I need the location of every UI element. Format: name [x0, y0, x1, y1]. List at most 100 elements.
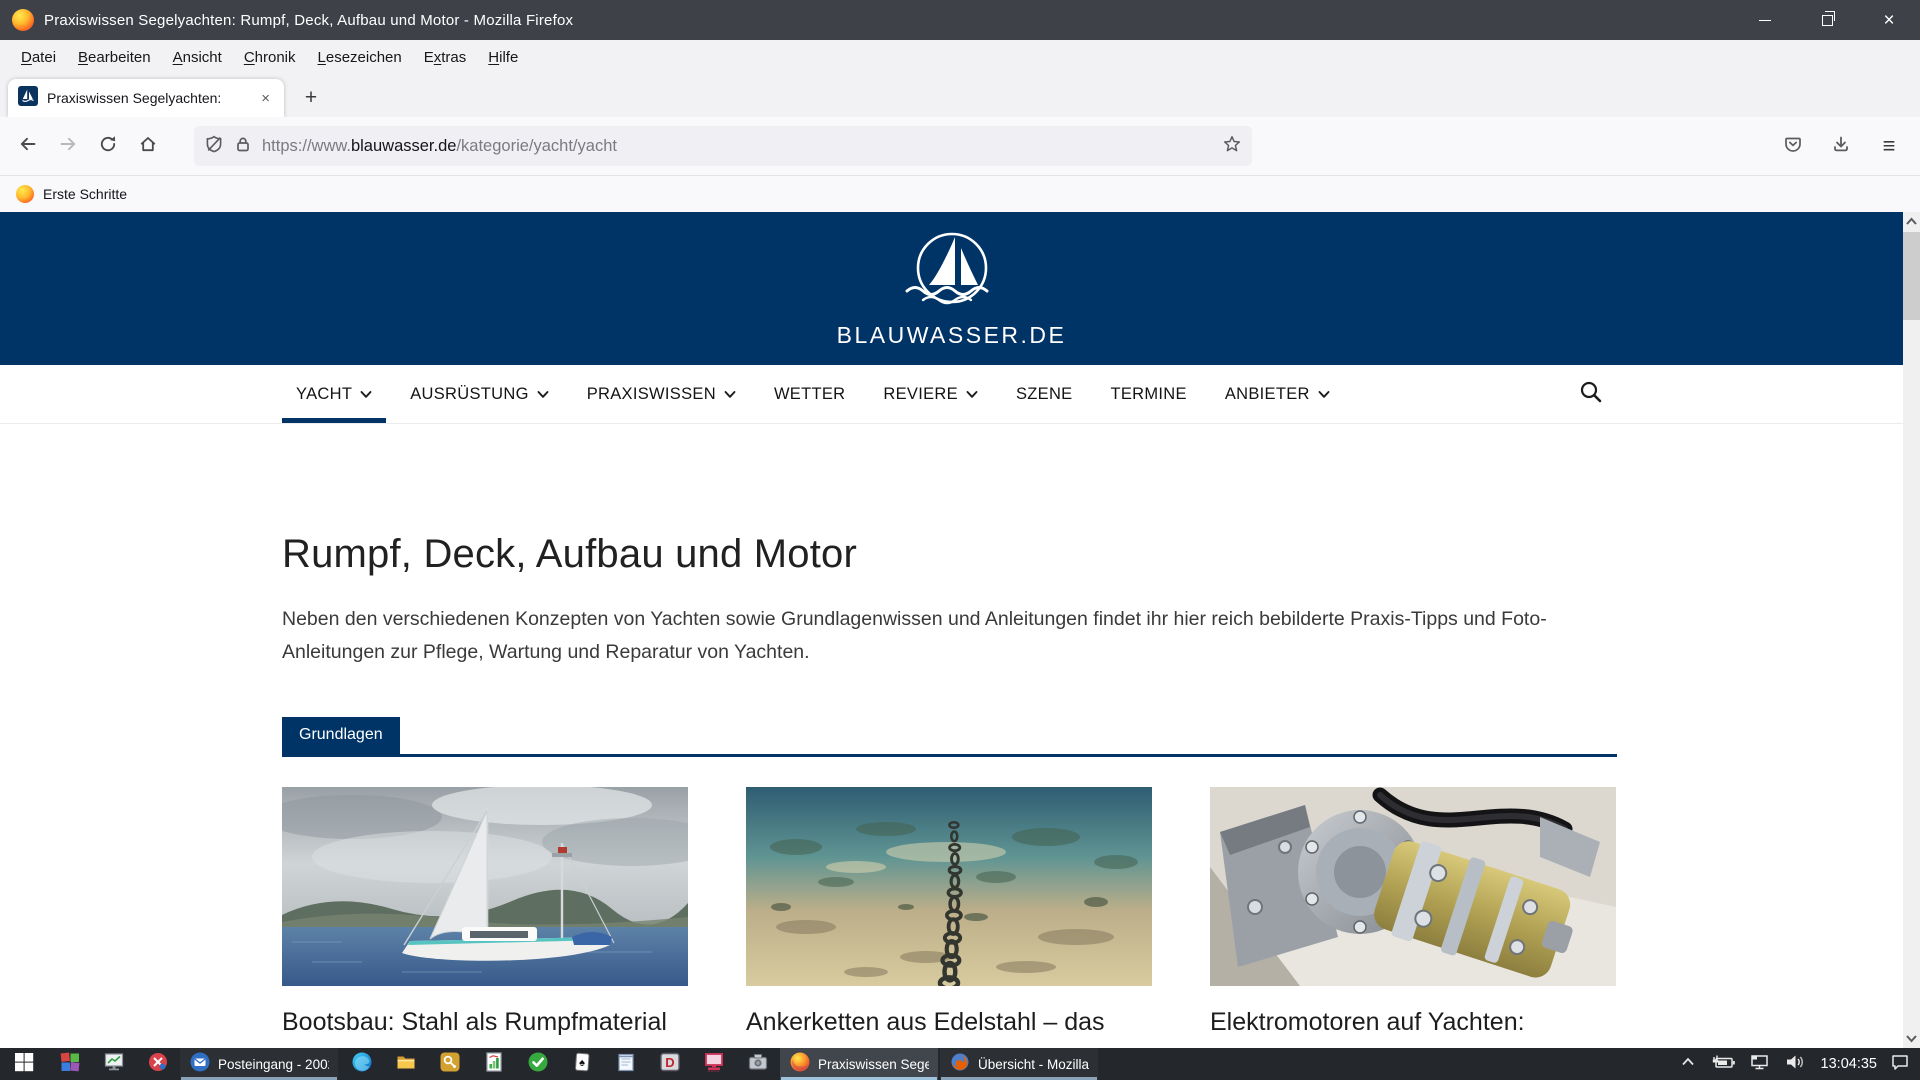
- hidden-icons-chevron-icon[interactable]: [1679, 1053, 1697, 1076]
- article-image-sailing-yacht-at-sea[interactable]: [282, 787, 688, 986]
- chevron-down-icon: [966, 385, 978, 404]
- section-header: Grundlagen: [282, 717, 1617, 757]
- site-search-button[interactable]: [1578, 365, 1604, 423]
- network-icon[interactable]: [1749, 1053, 1771, 1076]
- action-center-icon[interactable]: [1890, 1053, 1910, 1076]
- bookmarks-bar: Erste Schritte: [0, 176, 1920, 212]
- nav-item-reviere[interactable]: REVIERE: [869, 365, 992, 423]
- tracking-protection-shield-icon[interactable]: [204, 134, 224, 159]
- site-header: BLAUWASSER.DE: [0, 212, 1903, 365]
- clock[interactable]: 13:04:35: [1821, 1056, 1877, 1072]
- taskbar-icon-colorful-grid-app[interactable]: [48, 1048, 92, 1080]
- taskbar-icon-presentation-app[interactable]: [92, 1048, 136, 1080]
- chevron-down-icon: [724, 385, 736, 404]
- address-bar[interactable]: https://www.blauwasser.de/kategorie/yach…: [194, 126, 1252, 166]
- restore-button[interactable]: [1796, 0, 1858, 40]
- taskbar-icon-edge[interactable]: [340, 1048, 384, 1080]
- bookmark-star-button[interactable]: [1222, 134, 1242, 159]
- taskbar-icon-camera[interactable]: [736, 1048, 780, 1080]
- menu-datei[interactable]: Datei: [10, 45, 67, 70]
- bookmark-item[interactable]: Erste Schritte: [43, 186, 127, 202]
- page-scrollbar[interactable]: [1903, 212, 1920, 1048]
- thunderbird-icon: [189, 1051, 211, 1078]
- taskbar-icon-dosbox[interactable]: D: [648, 1048, 692, 1080]
- taskbar-icon-cards[interactable]: ♠: [560, 1048, 604, 1080]
- svg-text:♠: ♠: [579, 1057, 585, 1069]
- nav-item-label: SZENE: [1016, 385, 1073, 404]
- taskbar-icon-antivirus[interactable]: [516, 1048, 560, 1080]
- camera-icon: [747, 1051, 769, 1078]
- search-icon: [1578, 379, 1604, 410]
- main-content: Rumpf, Deck, Aufbau und Motor Neben den …: [0, 532, 1903, 1076]
- taskbar-icon-explorer[interactable]: [384, 1048, 428, 1080]
- pocket-icon: [1783, 134, 1803, 159]
- site-logo-text[interactable]: BLAUWASSER.DE: [837, 322, 1067, 349]
- system-tray: 13:04:35: [1679, 1048, 1920, 1080]
- article-card[interactable]: Bootsbau: Stahl als Rumpfmaterialfür Seg…: [282, 787, 688, 1076]
- taskbar-task-firefox[interactable]: Praxiswissen Segelyac...: [780, 1048, 938, 1080]
- hamburger-menu-icon: ≡: [1883, 133, 1896, 159]
- back-button[interactable]: [8, 126, 48, 166]
- home-button[interactable]: [128, 126, 168, 166]
- start-button[interactable]: [0, 1048, 48, 1080]
- article-image-electric-motor-coupling[interactable]: [1210, 787, 1616, 986]
- tab-close-icon[interactable]: ×: [257, 89, 274, 108]
- pocket-button[interactable]: [1776, 126, 1810, 166]
- edge-icon: [351, 1051, 373, 1078]
- nav-item-label: YACHT: [296, 385, 352, 404]
- article-card[interactable]: Elektromotoren auf Yachten:Antriebsleist…: [1210, 787, 1616, 1076]
- nav-item-ausrüstung[interactable]: AUSRÜSTUNG: [396, 365, 563, 423]
- restore-icon: [1822, 15, 1833, 26]
- nav-item-termine[interactable]: TERMINE: [1096, 365, 1200, 423]
- new-tab-button[interactable]: +: [294, 81, 328, 115]
- nav-item-label: WETTER: [774, 385, 845, 404]
- article-image-anchor-chain-underwater[interactable]: [746, 787, 1152, 986]
- menu-hilfe[interactable]: Hilfe: [477, 45, 529, 70]
- taskbar-task-firefox-old[interactable]: Übersicht - Mozilla Fir...: [940, 1048, 1098, 1080]
- downloads-button[interactable]: [1824, 126, 1858, 166]
- menu-extras[interactable]: Extras: [413, 45, 478, 70]
- scroll-up-arrow-icon[interactable]: [1903, 213, 1920, 230]
- taskbar-icon-red-monitor[interactable]: [692, 1048, 736, 1080]
- close-button[interactable]: ×: [1858, 0, 1920, 40]
- nav-item-praxiswissen[interactable]: PRAXISWISSEN: [573, 365, 750, 423]
- page-title: Rumpf, Deck, Aufbau und Motor: [282, 532, 1903, 577]
- menu-chronik[interactable]: Chronik: [233, 45, 307, 70]
- app-menu-button[interactable]: ≡: [1872, 126, 1906, 166]
- article-card[interactable]: Ankerketten aus Edelstahl – dassollte ma…: [746, 787, 1152, 1076]
- lock-icon[interactable]: [233, 134, 253, 159]
- forward-button[interactable]: [48, 126, 88, 166]
- volume-icon[interactable]: [1784, 1053, 1808, 1076]
- cards-icon: ♠: [571, 1051, 593, 1078]
- taskbar-icon-notepad[interactable]: [604, 1048, 648, 1080]
- reload-button[interactable]: [88, 126, 128, 166]
- menu-lesezeichen[interactable]: Lesezeichen: [307, 45, 413, 70]
- menu-bearbeiten[interactable]: Bearbeiten: [67, 45, 162, 70]
- nav-item-yacht[interactable]: YACHT: [282, 365, 386, 423]
- nav-item-anbieter[interactable]: ANBIETER: [1211, 365, 1344, 423]
- nav-item-label: TERMINE: [1110, 385, 1186, 404]
- screen: Praxiswissen Segelyachten: Rumpf, Deck, …: [0, 0, 1920, 1080]
- browser-tab[interactable]: Praxiswissen Segelyachten: ×: [8, 79, 284, 117]
- tab-strip: Praxiswissen Segelyachten: × +: [0, 74, 1920, 117]
- blauwasser-logo-icon[interactable]: [877, 228, 1027, 321]
- scroll-down-arrow-icon[interactable]: [1903, 1030, 1920, 1047]
- taskbar-icon-chart-doc[interactable]: [472, 1048, 516, 1080]
- nav-item-label: AUSRÜSTUNG: [410, 385, 529, 404]
- menu-bar: DateiBearbeitenAnsichtChronikLesezeichen…: [0, 40, 1920, 74]
- taskbar-icon-media-app[interactable]: [136, 1048, 180, 1080]
- nav-item-wetter[interactable]: WETTER: [760, 365, 859, 423]
- scrollbar-thumb[interactable]: [1903, 232, 1920, 320]
- taskbar-task-thunderbird[interactable]: Posteingang - 2002An...: [180, 1048, 338, 1080]
- battery-icon[interactable]: [1710, 1053, 1736, 1076]
- section-badge[interactable]: Grundlagen: [282, 717, 400, 754]
- firefox-old-icon: [949, 1051, 971, 1078]
- url-prefix: https://www.: [262, 137, 351, 155]
- nav-item-szene[interactable]: SZENE: [1002, 365, 1087, 423]
- chevron-down-icon: [360, 385, 372, 404]
- minimize-button[interactable]: [1734, 0, 1796, 40]
- start-icon: [13, 1051, 35, 1078]
- taskbar-icon-keepass[interactable]: [428, 1048, 472, 1080]
- red-monitor-icon: [703, 1051, 725, 1078]
- menu-ansicht[interactable]: Ansicht: [162, 45, 233, 70]
